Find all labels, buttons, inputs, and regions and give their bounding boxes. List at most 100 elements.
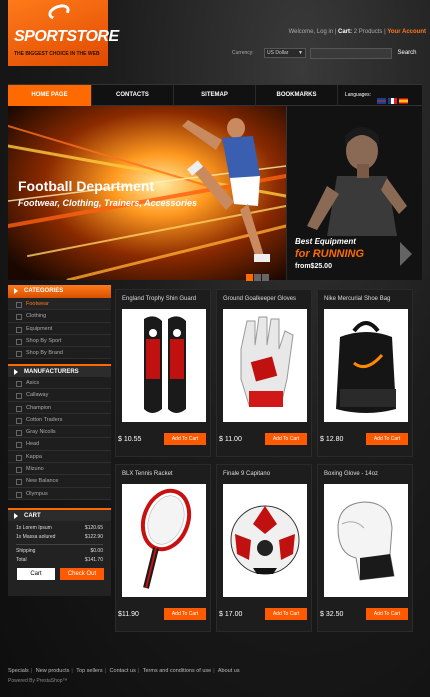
hero-banner[interactable]: Football Department Footwear, Clothing, … <box>8 106 286 280</box>
cart-title: CART <box>24 513 41 519</box>
slider-dot[interactable] <box>262 274 269 281</box>
manufacturers-title: MANUFACTURERS <box>24 369 79 375</box>
tennis-racket-icon <box>122 484 206 597</box>
category-item[interactable]: Shop By Brand <box>8 347 111 360</box>
arrow-icon <box>14 369 18 375</box>
arrow-icon <box>14 513 18 519</box>
add-to-cart-button[interactable]: Add To Cart <box>164 433 206 445</box>
manufacturer-item[interactable]: Mizuno <box>8 463 111 476</box>
total-label: Total <box>16 557 27 563</box>
search-input[interactable] <box>310 48 392 59</box>
add-to-cart-button[interactable]: Add To Cart <box>366 433 408 445</box>
store-logo[interactable]: SPORTSTORE THE BIGGEST CHOICE IN THE WEB <box>8 0 119 66</box>
manufacturer-item[interactable]: Cotton Traders <box>8 413 111 427</box>
manufacturer-item[interactable]: Olympus <box>8 487 111 500</box>
shipping-label: Shipping <box>16 548 36 554</box>
category-item[interactable]: Footwear <box>8 298 111 311</box>
nav-contacts[interactable]: CONTACTS <box>92 85 174 106</box>
header-links: Welcome, Log in | Cart: 2 Products | You… <box>288 29 426 35</box>
checkout-button[interactable]: Check Out <box>60 568 104 580</box>
cart-shipping: Shipping $0.00 <box>8 547 111 556</box>
cart-item-name: 1x Lorem Ipsum <box>16 525 52 531</box>
shipping-value: $0.00 <box>90 548 103 554</box>
manufacturer-item[interactable]: Gray Nicolls <box>8 426 111 439</box>
add-to-cart-button[interactable]: Add To Cart <box>366 608 408 620</box>
search-button[interactable]: Search <box>394 48 420 59</box>
soccer-ball-icon <box>223 484 307 597</box>
cart-total: Total $141.70 <box>8 556 111 565</box>
category-item[interactable]: Equipment <box>8 322 111 335</box>
currency-select[interactable]: US Dollar ▼ <box>264 48 306 58</box>
product-name[interactable]: BLX Tennis Racket <box>122 471 173 477</box>
product-name[interactable]: Boxing Glove - 14oz <box>324 471 378 477</box>
flag-fr-icon[interactable] <box>388 98 397 104</box>
category-item[interactable]: Shop By Sport <box>8 334 111 348</box>
product-card[interactable]: Finale 9 Capitano $ 17.00 Add To Cart <box>216 464 312 632</box>
manufacturer-item[interactable]: New Balance <box>8 475 111 488</box>
add-to-cart-button[interactable]: Add To Cart <box>265 608 307 620</box>
footer-link[interactable]: Specials <box>8 668 29 674</box>
manufacturer-item[interactable]: Asics <box>8 377 111 390</box>
slider-dot[interactable] <box>246 274 253 281</box>
product-card[interactable]: Ground Goalkeeper Gloves $ 11.00 Add To … <box>216 289 312 457</box>
product-name[interactable]: Ground Goalkeeper Gloves <box>223 296 296 302</box>
cart-count[interactable]: 2 Products <box>354 29 383 35</box>
product-image[interactable] <box>122 484 206 597</box>
slider-dots <box>246 268 270 286</box>
nav-sitemap[interactable]: SITEMAP <box>174 85 256 106</box>
slider-next-icon[interactable] <box>400 242 412 266</box>
login-link[interactable]: Welcome, Log in <box>289 29 334 35</box>
manufacturer-item[interactable]: Kappa <box>8 450 111 464</box>
product-price: $ 17.00 <box>219 611 243 618</box>
nav-bookmarks[interactable]: BOOKMARKS <box>256 85 338 106</box>
nav-home[interactable]: HOME PAGE <box>8 85 92 106</box>
flag-en-icon[interactable] <box>377 98 386 104</box>
currency-label: Currency: <box>232 50 254 56</box>
category-item[interactable]: Clothing <box>8 310 111 323</box>
product-image[interactable] <box>122 309 206 422</box>
cart-item-name: 1x Massa aolured <box>16 534 56 540</box>
footer-link[interactable]: Top sellers <box>76 668 102 674</box>
flag-es-icon[interactable] <box>399 98 408 104</box>
add-to-cart-button[interactable]: Add To Cart <box>265 433 307 445</box>
product-image[interactable] <box>324 309 408 422</box>
cart-line-item[interactable]: 1x Massa aolured $122.90 <box>8 533 111 542</box>
arrow-icon <box>14 288 18 294</box>
manufacturer-item[interactable]: Champion <box>8 401 111 414</box>
manufacturer-item[interactable]: Callaway <box>8 389 111 402</box>
brand-name: SPORTSTORE <box>14 28 119 45</box>
product-name[interactable]: England Trophy Shin Guard <box>122 296 196 302</box>
product-name[interactable]: Finale 9 Capitano <box>223 471 270 477</box>
footer-link[interactable]: Contact us <box>110 668 136 674</box>
footer-link[interactable]: New products <box>36 668 70 674</box>
slider-dot[interactable] <box>254 274 261 281</box>
product-name[interactable]: Nike Mercurial Shoe Bag <box>324 296 390 302</box>
cart-line-item[interactable]: 1x Lorem Ipsum $120.65 <box>8 524 111 533</box>
footer-links: Specials | New products | Top sellers | Con… <box>8 668 240 674</box>
shin-guard-icon <box>122 309 206 422</box>
chevron-down-icon: ▼ <box>298 50 303 56</box>
running-price: from$25.00 <box>295 263 332 270</box>
product-card[interactable]: Nike Mercurial Shoe Bag $ 12.80 Add To C… <box>317 289 413 457</box>
running-line2: for RUNNING <box>295 248 365 260</box>
powered-by[interactable]: Powered By PrestaShop™ <box>8 678 67 684</box>
account-link[interactable]: Your Account <box>387 29 426 35</box>
cart-item-price: $120.65 <box>84 525 103 531</box>
cart-label[interactable]: Cart: <box>338 29 352 35</box>
product-card[interactable]: Boxing Glove - 14oz $ 32.50 Add To Cart <box>317 464 413 632</box>
footer-link[interactable]: Terms and conditions of use <box>143 668 211 674</box>
manufacturer-item[interactable]: Head <box>8 438 111 451</box>
footer-link[interactable]: About us <box>218 668 240 674</box>
product-image[interactable] <box>223 309 307 422</box>
add-to-cart-button[interactable]: Add To Cart <box>164 608 206 620</box>
product-price: $ 32.50 <box>320 611 344 618</box>
product-card[interactable]: BLX Tennis Racket $11.90 Add To Cart <box>115 464 211 632</box>
product-price: $ 11.00 <box>219 436 242 443</box>
product-image[interactable] <box>223 484 307 597</box>
product-image[interactable] <box>324 484 408 597</box>
categories-block: CATEGORIES Footwear Clothing Equipment S… <box>8 285 111 360</box>
cart-button[interactable]: Cart <box>17 568 55 580</box>
product-card[interactable]: England Trophy Shin Guard $ 10.55 Add To… <box>115 289 211 457</box>
categories-title: CATEGORIES <box>24 288 64 294</box>
product-price: $ 10.55 <box>118 436 142 443</box>
